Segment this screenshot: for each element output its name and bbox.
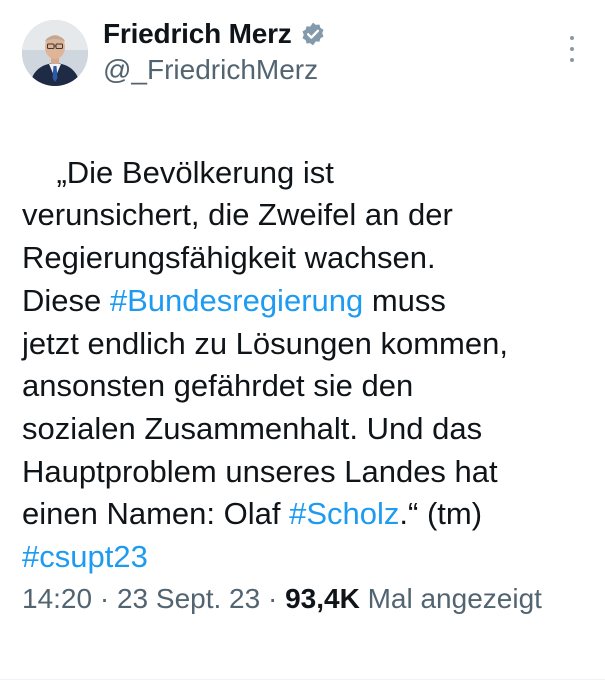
more-dot	[570, 47, 574, 51]
verified-badge-icon	[300, 21, 326, 47]
tweet-card: Friedrich Merz @_FriedrichMerz „Die Bevö…	[0, 0, 605, 680]
tweet-meta: 14:20 · 23 Sept. 23 · 93,4K Mal angezeig…	[22, 580, 582, 618]
views-label: Mal angezeigt	[359, 583, 542, 614]
more-dot	[570, 58, 574, 62]
tweet-date[interactable]: 23 Sept. 23	[117, 583, 260, 614]
tweet-text: „Die Bevölkerung ist verunsichert, die Z…	[22, 109, 587, 621]
meta-separator: ·	[260, 583, 286, 614]
name-row: Friedrich Merz	[103, 16, 326, 52]
views-count: 93,4K	[285, 583, 360, 614]
tweet-text-segment: muss jetzt endlich zu Lösungen kommen, a…	[22, 282, 508, 532]
more-dot	[570, 36, 574, 40]
hashtag-link[interactable]: #Bundesregierung	[110, 283, 363, 318]
hashtag-link[interactable]: #csupt23	[22, 539, 148, 574]
hashtag-link[interactable]: #Scholz	[289, 496, 399, 531]
user-handle[interactable]: @_FriedrichMerz	[103, 54, 326, 86]
tweet-text-segment: .“ (tm)	[399, 496, 483, 532]
more-options-icon[interactable]	[565, 36, 579, 62]
display-name[interactable]: Friedrich Merz	[103, 18, 292, 50]
author-block: Friedrich Merz @_FriedrichMerz	[103, 16, 326, 86]
meta-separator: ·	[92, 583, 117, 614]
avatar[interactable]	[22, 20, 88, 86]
tweet-time[interactable]: 14:20	[22, 583, 92, 614]
